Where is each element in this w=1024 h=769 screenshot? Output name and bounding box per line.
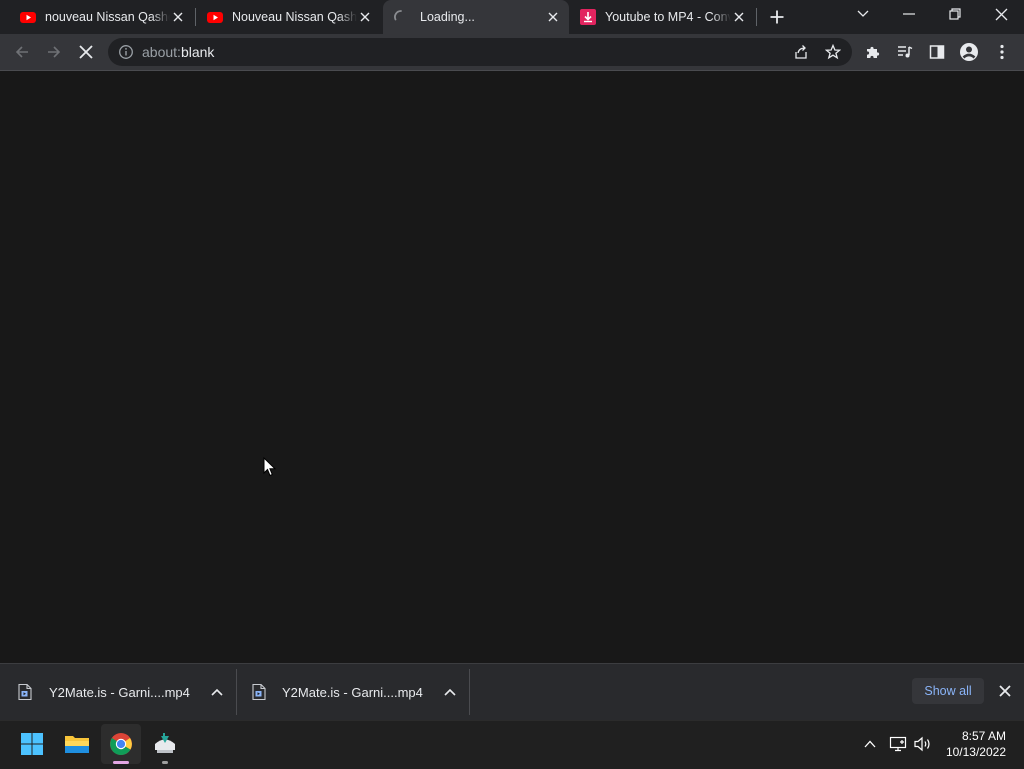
close-shelf-icon[interactable] [998,684,1012,698]
site-info-icon[interactable] [118,44,134,60]
active-app-indicator [113,761,129,764]
minimize-icon[interactable] [895,0,923,28]
media-control-icon[interactable] [891,38,919,66]
chevron-up-icon[interactable] [444,688,456,696]
back-icon[interactable] [8,38,36,66]
clock[interactable]: 8:57 AM 10/13/2022 [938,729,1006,759]
chrome-taskbar-icon[interactable] [101,724,141,764]
tab-4[interactable]: Youtube to MP4 - Converter [569,0,755,34]
download-filename: Y2Mate.is - Garni....mp4 [282,684,423,700]
tab-title: Youtube to MP4 - Converter [605,10,731,24]
share-icon[interactable] [787,38,815,66]
tab-title: Loading... [420,10,475,24]
close-tab-icon[interactable] [357,9,373,25]
file-explorer-icon[interactable] [57,724,97,764]
download-item[interactable]: Y2Mate.is - Garni....mp4 [18,672,228,712]
close-window-icon[interactable] [987,0,1015,28]
side-panel-icon[interactable] [923,38,951,66]
download-separator [236,669,237,715]
mouse-cursor-icon [263,456,277,477]
video-file-icon [18,683,34,701]
download-filename: Y2Mate.is - Garni....mp4 [49,684,190,700]
tab-separator [756,8,757,26]
tab-3-active[interactable]: Loading... [383,0,569,34]
url-scheme: about: [142,44,181,60]
url-path: blank [180,44,215,60]
download-app-icon [580,9,596,25]
video-file-icon [252,683,268,701]
download-separator [469,669,470,715]
profile-avatar-icon[interactable] [955,38,983,66]
new-tab-icon[interactable] [763,3,791,31]
bookmark-star-icon[interactable] [819,38,847,66]
close-tab-icon[interactable] [545,9,561,25]
url-text[interactable]: about:blank [142,44,214,60]
menu-kebab-icon[interactable] [988,38,1016,66]
youtube-icon [20,9,36,25]
address-bar[interactable] [108,38,852,66]
show-hidden-icons-chevron-icon[interactable] [862,736,878,752]
extensions-puzzle-icon[interactable] [859,38,887,66]
volume-icon[interactable] [913,735,933,753]
chevron-up-icon[interactable] [211,688,223,696]
downloader-app-icon[interactable] [145,724,185,764]
tab-title: Nouveau Nissan Qashqai [232,10,357,24]
show-all-downloads-button[interactable]: Show all [912,678,984,704]
clock-time: 8:57 AM [961,729,1006,743]
close-tab-icon[interactable] [731,9,747,25]
stop-loading-icon[interactable] [72,38,100,66]
windows-start-icon[interactable] [12,724,52,764]
tab-1[interactable]: nouveau Nissan Qashqai [0,0,194,34]
network-icon[interactable] [889,735,907,753]
loading-spinner-icon [393,9,409,25]
forward-icon[interactable] [40,38,68,66]
clock-date: 10/13/2022 [945,745,1006,759]
restore-icon[interactable] [941,0,969,28]
running-app-indicator [162,761,168,764]
tab-2[interactable]: Nouveau Nissan Qashqai [187,0,381,34]
youtube-icon [207,9,223,25]
tab-title: nouveau Nissan Qashqai [45,10,170,24]
page-content-blank[interactable] [0,71,1024,662]
download-item[interactable]: Y2Mate.is - Garni....mp4 [252,672,462,712]
tab-search-chevron-icon[interactable] [849,0,877,28]
close-tab-icon[interactable] [170,9,186,25]
